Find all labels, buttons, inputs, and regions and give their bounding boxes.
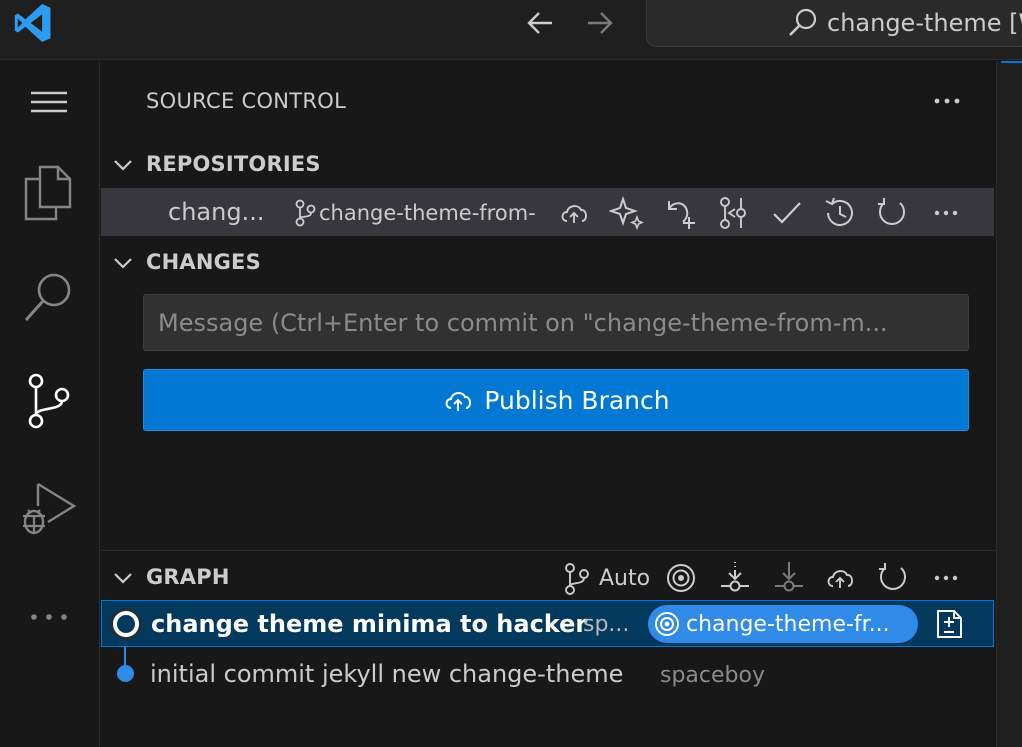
pull-button[interactable] (771, 558, 807, 598)
graph-branch-filter[interactable]: Auto (559, 558, 650, 598)
publish-repo-button[interactable] (557, 195, 593, 231)
graph-label: GRAPH (146, 565, 230, 589)
commit-author: sp... (583, 612, 630, 637)
activity-bar (0, 61, 100, 747)
cloud-upload-icon (827, 570, 853, 588)
target-icon (655, 612, 679, 636)
chevron-down-icon (114, 258, 132, 269)
graph-refresh-button[interactable] (875, 558, 911, 598)
repository-branch[interactable]: change-theme-from- (319, 201, 536, 225)
vscode-logo-icon (14, 4, 51, 42)
graph-commit-row[interactable]: initial commit jekyll new change-theme s… (101, 651, 996, 698)
arrow-left-icon[interactable] (524, 6, 558, 40)
git-branch-icon (565, 563, 589, 595)
git-branch-icon (295, 199, 316, 227)
changes-label: CHANGES (146, 250, 261, 274)
search-icon (24, 273, 71, 322)
fetch-icon (721, 562, 749, 592)
publish-branch-button[interactable]: Publish Branch (143, 369, 969, 431)
sidebar-title: SOURCE CONTROL (146, 89, 347, 113)
commit-message: initial commit jekyll new change-theme (150, 660, 624, 688)
more-icon (31, 614, 67, 620)
target-icon (667, 564, 695, 592)
history-icon (825, 197, 853, 226)
fetch-button[interactable] (717, 558, 753, 598)
push-button[interactable] (823, 558, 859, 598)
repo-more-button[interactable] (928, 195, 964, 231)
chevron-down-icon (114, 573, 132, 584)
branch-compare-button[interactable] (715, 195, 751, 231)
more-actions-icon[interactable] (927, 81, 967, 121)
more-icon (934, 575, 958, 581)
graph-more-button[interactable] (928, 558, 964, 598)
refresh-icon (879, 563, 906, 590)
commit-node (113, 611, 139, 637)
pull-icon (775, 562, 803, 592)
changes-section-header[interactable]: CHANGES (101, 243, 996, 283)
refresh-button[interactable] (874, 195, 910, 231)
git-compare-icon (720, 197, 746, 229)
divider (101, 550, 996, 551)
go-to-current-button[interactable] (663, 558, 699, 598)
commit-message: change theme minima to hacker (151, 610, 588, 638)
cloud-upload-icon (561, 205, 587, 223)
commit-node (117, 665, 134, 682)
repositories-section-header[interactable]: REPOSITORIES (101, 145, 996, 185)
menu-button[interactable] (18, 71, 80, 133)
editor-area (996, 61, 1022, 747)
graph-section-header[interactable]: GRAPH (101, 558, 996, 598)
title-bar: change-theme [W (0, 0, 1022, 60)
undo-plus-icon (668, 201, 695, 229)
command-center-text: change-theme [W (827, 9, 1022, 37)
stage-all-button[interactable] (663, 195, 699, 231)
refresh-icon (878, 198, 905, 225)
explorer-icon (24, 165, 72, 221)
commit-author: spaceboy (660, 663, 765, 688)
search-button[interactable] (18, 266, 80, 328)
source-control-sidebar: SOURCE CONTROL REPOSITORIES chang... cha… (101, 61, 996, 747)
command-center[interactable]: change-theme [W (646, 0, 1022, 47)
arrow-right-icon[interactable] (582, 6, 616, 40)
check-icon (773, 202, 801, 224)
branch-badge: change-theme-fr... (648, 605, 918, 643)
source-control-icon (28, 373, 70, 429)
commit-button[interactable] (769, 195, 805, 231)
generate-commit-message-button[interactable] (607, 195, 645, 231)
history-button[interactable] (822, 195, 858, 231)
graph-commit-row[interactable]: change theme minima to hacker sp... chan… (101, 600, 994, 647)
open-changes-icon[interactable] (932, 607, 966, 641)
more-icon (934, 210, 958, 216)
source-control-button[interactable] (18, 371, 80, 433)
chevron-down-icon (114, 160, 132, 171)
repository-name: chang... (168, 198, 265, 226)
sparkle-icon (607, 195, 645, 231)
search-icon (789, 8, 817, 36)
menu-icon (31, 91, 67, 113)
branch-badge-label: change-theme-fr... (686, 611, 890, 637)
repositories-label: REPOSITORIES (146, 152, 321, 176)
graph-auto-label: Auto (599, 565, 651, 591)
publish-branch-label: Publish Branch (484, 385, 670, 415)
repository-row[interactable]: chang... change-theme-from- (101, 188, 994, 236)
cloud-upload-icon (445, 392, 472, 411)
explorer-button[interactable] (18, 161, 80, 223)
active-tab-indicator (1001, 61, 1022, 63)
more-button[interactable] (18, 586, 80, 648)
commit-message-input[interactable] (143, 294, 969, 351)
run-debug-icon (23, 482, 77, 535)
run-debug-button[interactable] (18, 476, 80, 538)
